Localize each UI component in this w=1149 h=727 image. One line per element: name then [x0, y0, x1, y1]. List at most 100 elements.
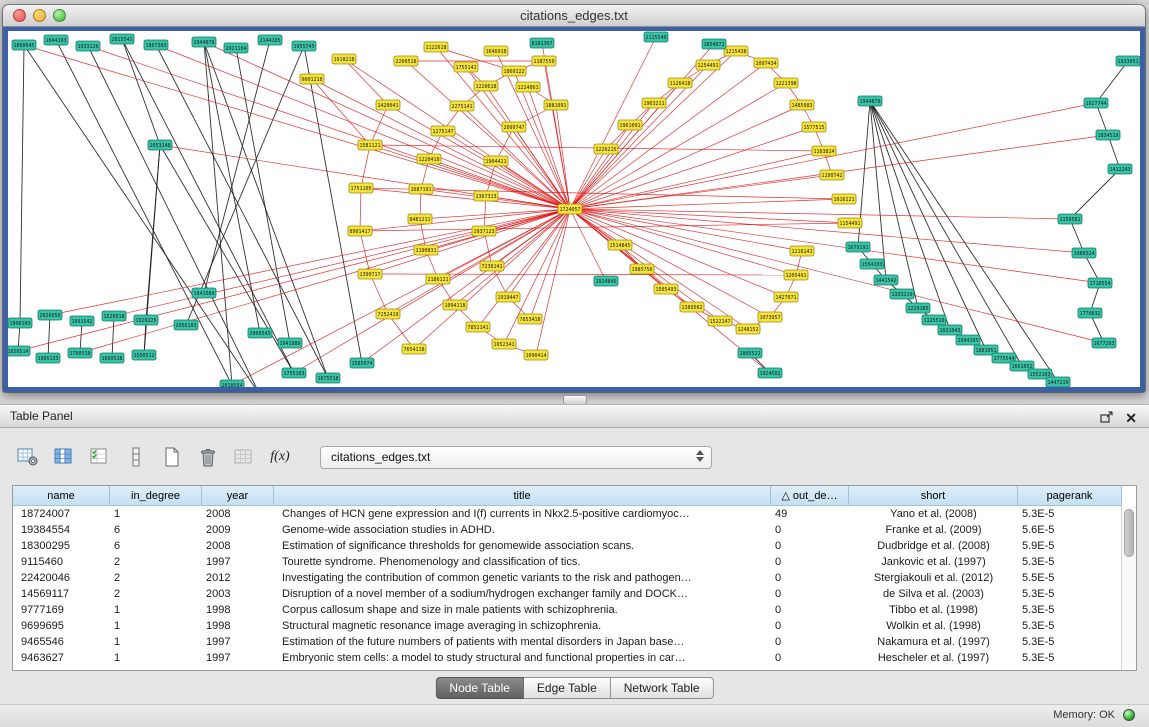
graph-node[interactable]: 1254491	[696, 60, 720, 70]
graph-edge[interactable]	[542, 43, 570, 209]
graph-node[interactable]: 1850514	[8, 346, 30, 356]
column-header-year[interactable]: year	[202, 486, 274, 506]
graph-node[interactable]: 1963211	[642, 98, 666, 108]
graph-edge[interactable]	[160, 145, 570, 209]
graph-node[interactable]: 2275141	[450, 101, 474, 111]
graph-node[interactable]: 1205491	[784, 270, 808, 280]
graph-edge[interactable]	[570, 51, 736, 209]
graph-edge[interactable]	[304, 46, 362, 363]
graph-node[interactable]: 1755141	[454, 62, 478, 72]
graph-edge[interactable]	[370, 274, 388, 314]
graph-node[interactable]: 1021043	[938, 325, 962, 335]
graph-node[interactable]: 8181307	[530, 38, 554, 48]
table-row[interactable]: 969969511998Structural magnetic resonanc…	[13, 618, 1122, 634]
graph-edge[interactable]	[56, 40, 232, 385]
graph-node[interactable]: 1933126	[76, 41, 100, 51]
graph-node[interactable]: 7853418	[518, 314, 542, 324]
graph-node[interactable]: 9601218	[300, 74, 324, 84]
graph-edge[interactable]	[570, 209, 802, 251]
graph-node[interactable]: 2186121	[426, 274, 450, 284]
graph-node[interactable]: 1904411	[484, 156, 508, 166]
graph-node[interactable]: 1389562	[680, 302, 704, 312]
graph-edge[interactable]	[570, 209, 770, 317]
graph-node[interactable]: 7852141	[466, 322, 490, 332]
table-row[interactable]: 977716911998Corpus callosum shape and si…	[13, 602, 1122, 618]
graph-node[interactable]: 1427071	[774, 292, 798, 302]
graph-node[interactable]: 1844103	[44, 35, 68, 45]
graph-node[interactable]: 1073957	[758, 312, 782, 322]
graph-edge[interactable]	[570, 37, 656, 209]
graph-node[interactable]: 1154491	[838, 218, 862, 228]
graph-node[interactable]: 1097434	[754, 58, 778, 68]
graph-node[interactable]: 1163814	[812, 146, 836, 156]
graph-node[interactable]: 1724057	[558, 204, 582, 214]
graph-node[interactable]: 1094118	[443, 300, 467, 310]
graph-node[interactable]: 1841089	[192, 288, 216, 298]
table-row[interactable]: 1456911722003Disruption of a novel membe…	[13, 586, 1122, 602]
graph-node[interactable]: 1100742	[820, 170, 844, 180]
graph-node[interactable]: 1412243	[1108, 164, 1132, 174]
tab-node-table[interactable]: Node Table	[435, 677, 524, 699]
table-row[interactable]: 1830029562008Estimation of significance …	[13, 538, 1122, 554]
graph-node[interactable]: 1944878	[192, 37, 216, 47]
graph-node[interactable]: 2021104	[224, 43, 248, 53]
graph-edge[interactable]	[160, 145, 294, 373]
graph-node[interactable]: 1248152	[736, 324, 760, 334]
graph-node[interactable]: 2026050	[38, 310, 62, 320]
graph-node[interactable]: 1088324	[1072, 248, 1096, 258]
graph-node[interactable]: 1505493	[654, 284, 678, 294]
graph-node[interactable]: 1390717	[358, 269, 382, 279]
column-header-name[interactable]: name	[13, 486, 110, 506]
graph-node[interactable]: 1927744	[1084, 98, 1108, 108]
graph-edge[interactable]	[1096, 61, 1128, 103]
graph-node[interactable]: 1679191	[846, 242, 870, 252]
graph-node[interactable]: 1229185	[906, 303, 930, 313]
graph-node[interactable]: 1221398	[774, 78, 798, 88]
table-row[interactable]: 1938455462009Genome-wide association stu…	[13, 522, 1122, 538]
graph-node[interactable]: 1790519	[68, 348, 92, 358]
graph-node[interactable]: 1854072	[702, 39, 726, 49]
graph-edge[interactable]	[870, 101, 886, 280]
column-header-short[interactable]: short	[849, 486, 1018, 506]
graph-edge[interactable]	[1070, 169, 1120, 219]
table-settings-icon[interactable]	[16, 445, 40, 469]
graph-node[interactable]: 2099747	[502, 122, 526, 132]
row-height-icon[interactable]	[124, 445, 148, 469]
graph-edge[interactable]	[88, 46, 260, 387]
graph-node[interactable]: 1577515	[802, 122, 826, 132]
column-header-in-degree[interactable]: in_degree	[110, 486, 202, 506]
graph-node[interactable]: 1550512	[132, 350, 156, 360]
graph-node[interactable]: 2060545	[248, 328, 272, 338]
graph-node[interactable]: 2053140	[148, 140, 172, 150]
graph-edge[interactable]	[112, 316, 114, 358]
graph-edge[interactable]	[388, 209, 570, 314]
network-selector-dropdown[interactable]: citations_edges.txt	[320, 446, 712, 469]
graph-node[interactable]: 7252419	[376, 309, 400, 319]
graph-node[interactable]: 1929225	[134, 315, 158, 325]
graph-node[interactable]: 1224061	[516, 82, 540, 92]
graph-node[interactable]: 1447219	[1046, 377, 1070, 387]
graph-edge[interactable]	[360, 231, 370, 274]
graph-node[interactable]: 1937123	[472, 226, 496, 236]
graph-node[interactable]: 1090414	[524, 350, 548, 360]
column-header-title[interactable]: title	[274, 486, 771, 506]
float-panel-icon[interactable]	[1099, 409, 1115, 425]
table-scrollbar[interactable]	[1121, 506, 1136, 670]
column-header-out-degree[interactable]: △out_de…	[771, 486, 849, 506]
graph-node[interactable]: 1646918	[484, 46, 508, 56]
graph-node[interactable]: 8481211	[408, 214, 432, 224]
graph-node[interactable]: 1985756	[630, 264, 654, 274]
graph-edge[interactable]	[443, 131, 570, 209]
graph-node[interactable]: 1520518	[102, 311, 126, 321]
graph-node[interactable]: 1914845	[594, 276, 618, 286]
table-row[interactable]: 1872400712008Changes of HCN gene express…	[13, 506, 1122, 522]
graph-node[interactable]: 1955743	[292, 41, 316, 51]
graph-node[interactable]: 1867303	[144, 40, 168, 50]
graph-node[interactable]: 1215438	[724, 46, 748, 56]
graph-node[interactable]: 1554103	[860, 259, 884, 269]
graph-node[interactable]: 2260518	[394, 56, 418, 66]
graph-node[interactable]: 1919447	[496, 292, 520, 302]
graph-edge[interactable]	[186, 46, 304, 325]
tab-edge-table[interactable]: Edge Table	[524, 677, 611, 699]
graph-edge[interactable]	[360, 188, 361, 231]
